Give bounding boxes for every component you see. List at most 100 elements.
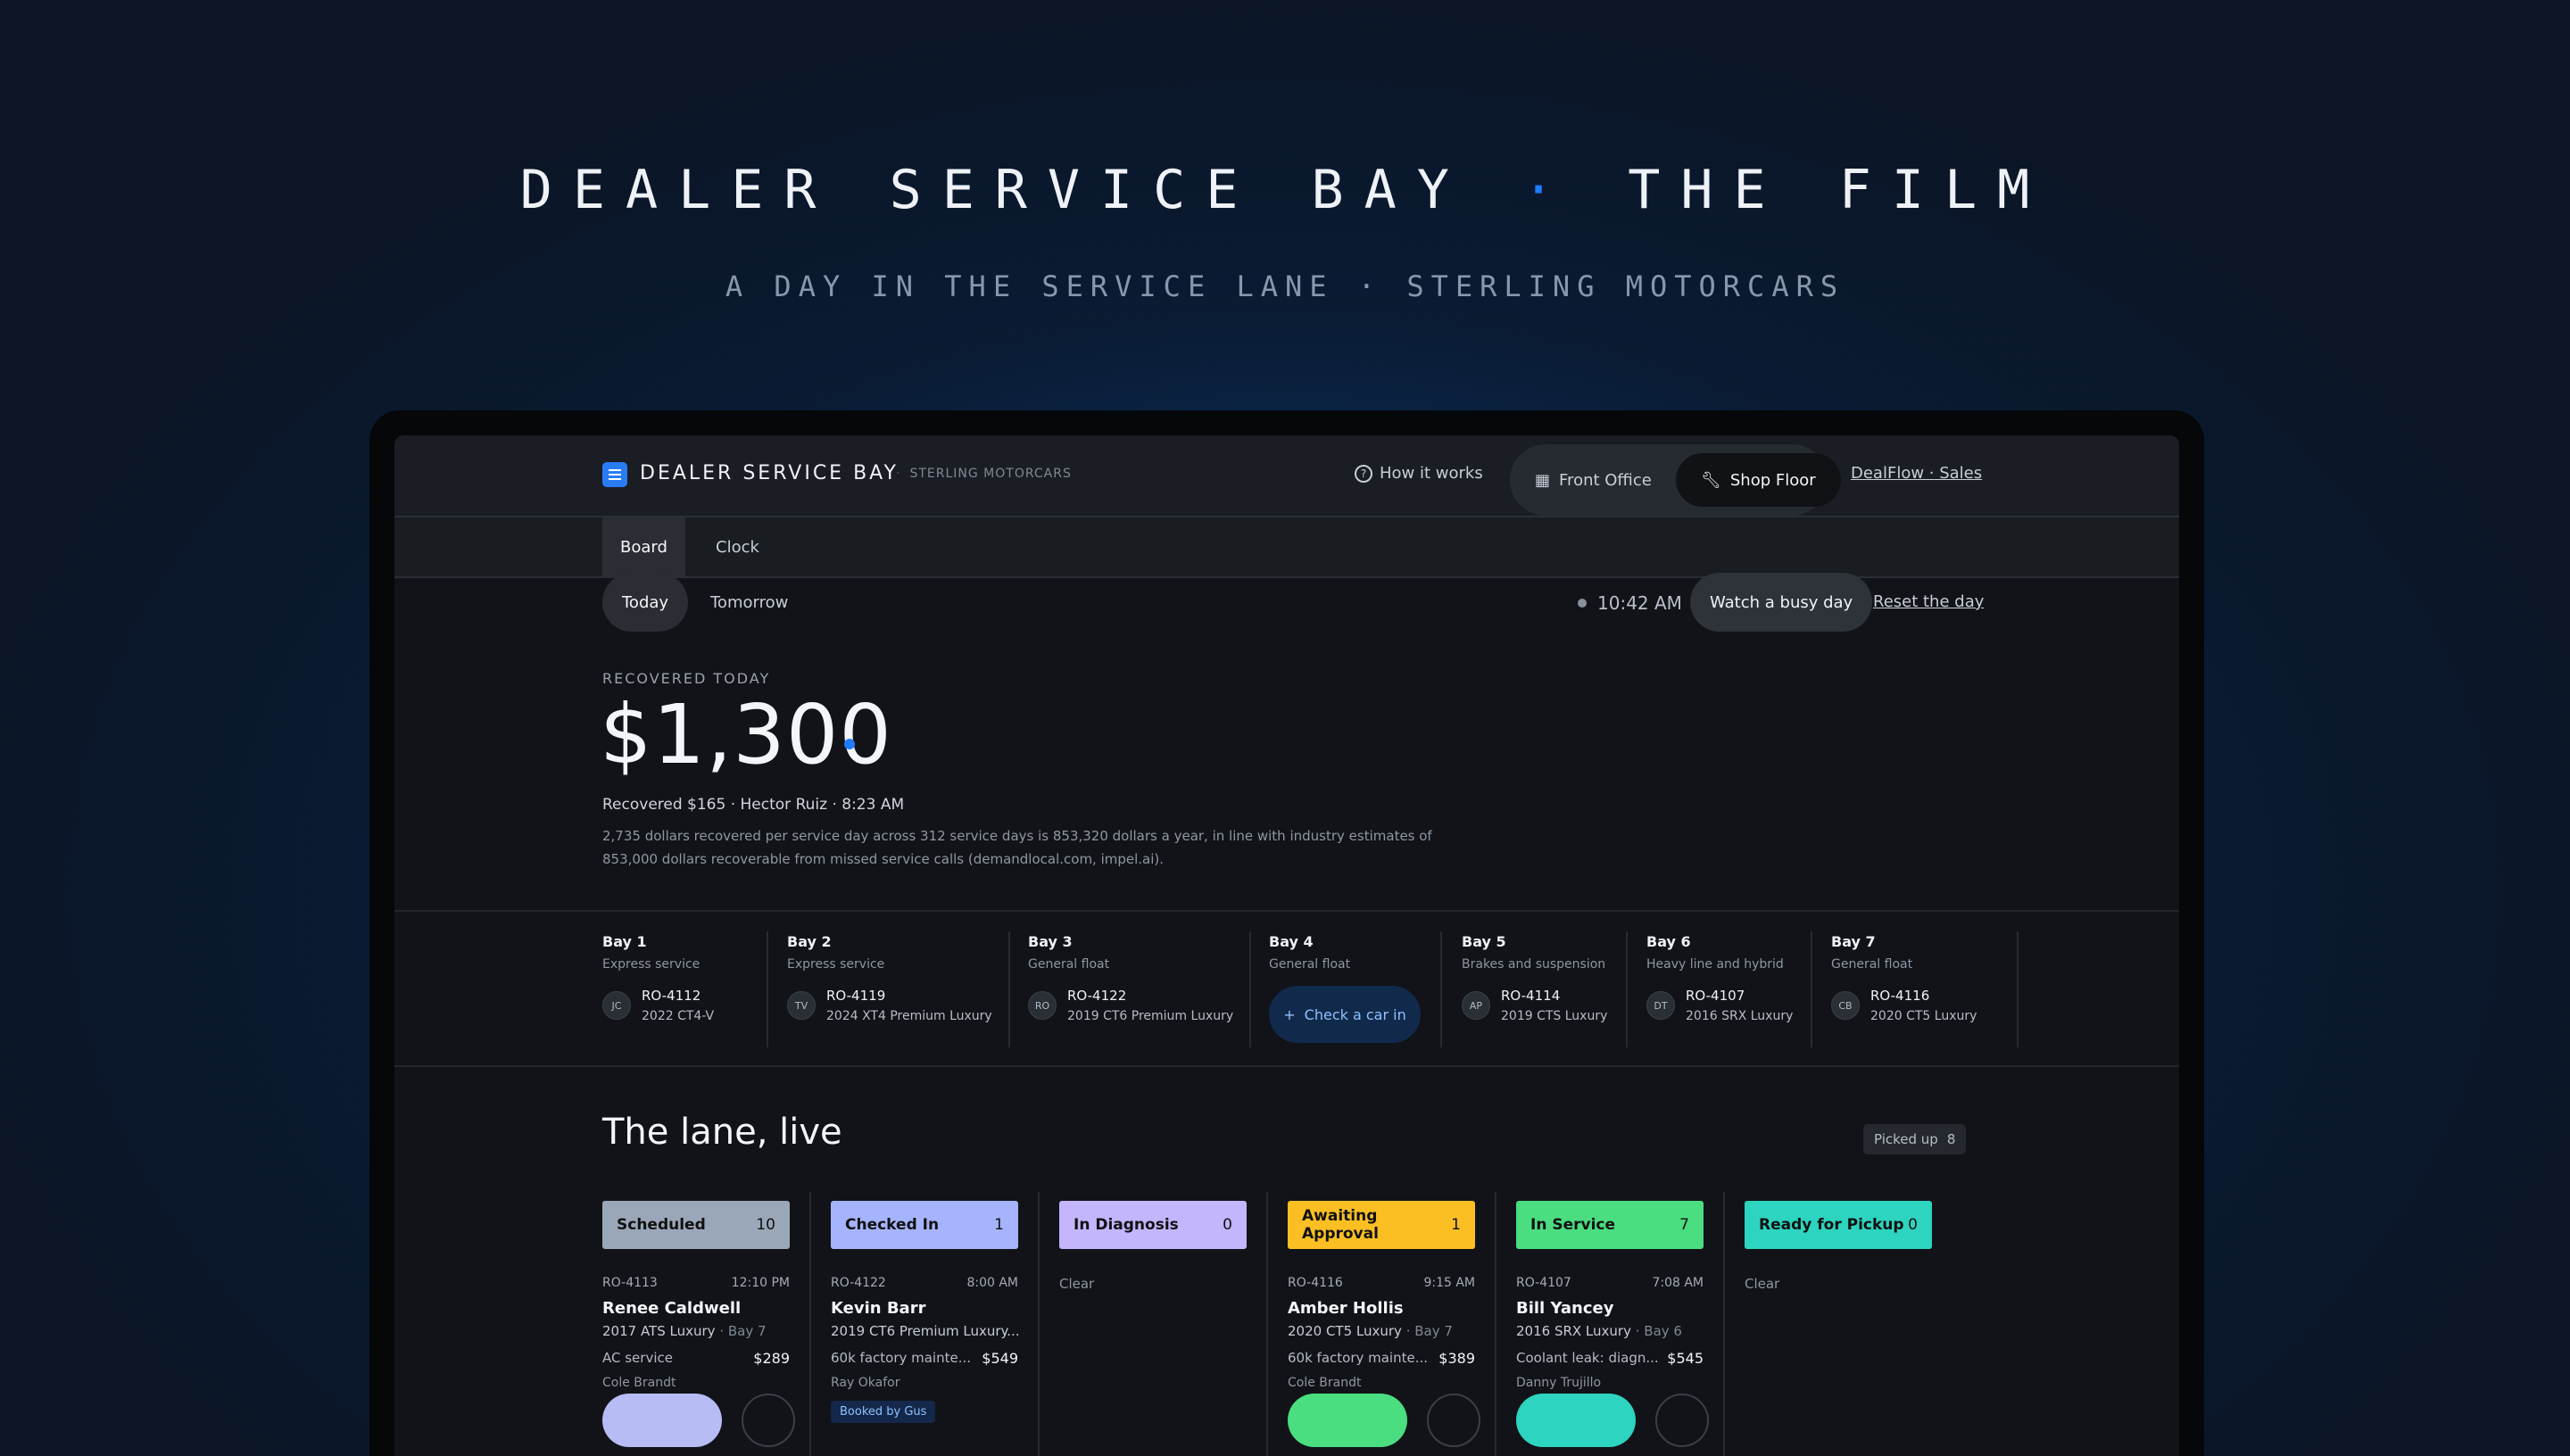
card-vehicle: 2017 ATS Luxury — [602, 1323, 716, 1339]
card-tech: Cole Brandt — [602, 1376, 676, 1390]
help-icon: ? — [1355, 464, 1372, 483]
card-bay: · Bay 7 — [719, 1323, 767, 1339]
bay-card[interactable]: Bay 3 General float RO RO-4122 2019 CT6 Pr… — [1028, 931, 1251, 1047]
bay-name: Bay 1 — [602, 933, 647, 950]
avatar: CB — [1831, 991, 1860, 1020]
card-price: $549 — [982, 1350, 1018, 1367]
day-today-button[interactable]: Today — [602, 573, 689, 632]
column-header[interactable]: Scheduled 10 — [602, 1201, 790, 1249]
dealflow-sales-link[interactable]: DealFlow · Sales — [1851, 464, 1982, 483]
day-tomorrow-button[interactable]: Tomorrow — [691, 573, 808, 632]
column-label: Checked In — [845, 1216, 940, 1234]
dealer-name: STERLING MOTORCARS — [896, 467, 1072, 481]
column-header[interactable]: In Diagnosis 0 — [1059, 1201, 1247, 1249]
watch-busy-day-button[interactable]: Watch a busy day — [1690, 573, 1873, 632]
check-car-in-button[interactable]: + Check a car in — [1269, 986, 1421, 1043]
avatar: TV — [787, 991, 816, 1020]
tab-board[interactable]: Board — [602, 517, 685, 576]
column-count: 1 — [1451, 1216, 1461, 1234]
column-header[interactable]: Ready for Pickup 0 — [1745, 1201, 1932, 1249]
tab-clock[interactable]: Clock — [698, 517, 777, 576]
picked-up-count: 8 — [1946, 1131, 1956, 1147]
bay-ro: RO-4112 — [642, 988, 701, 1004]
bay-car: 2019 CT6 Premium Luxury — [1067, 1009, 1234, 1023]
plus-icon: + — [1283, 1005, 1296, 1023]
bay-name: Bay 6 — [1646, 933, 1691, 950]
reset-day-link[interactable]: Reset the day — [1873, 592, 1984, 611]
clock-status-dot — [1578, 599, 1587, 608]
card-vehicle: 2020 CT5 Luxury — [1288, 1323, 1402, 1339]
shop-floor-button[interactable]: 🔧︎ Shop Floor — [1676, 453, 1841, 507]
last-recovery: Recovered $165 · Hector Ruiz · 8:23 AM — [602, 796, 905, 814]
lane-column-in-service: In Service 7 RO-4107 7:08 AM Bill Yancey 2… — [1496, 1192, 1725, 1456]
card-action-button[interactable] — [1516, 1394, 1636, 1447]
picked-up-badge[interactable]: Picked up 8 — [1863, 1124, 1967, 1154]
lane-column-checked-in: Checked In 1 RO-4122 8:00 AM Kevin Barr 20… — [811, 1192, 1040, 1456]
card-action-button[interactable] — [1288, 1394, 1407, 1447]
avatar: AP — [1462, 991, 1490, 1020]
bay-car: 2019 CTS Luxury — [1501, 1009, 1608, 1023]
bay-car: 2022 CT4-V — [642, 1009, 715, 1023]
clock-readout: 10:42 AM — [1578, 592, 1682, 614]
recovered-label: RECOVERED TODAY — [602, 670, 771, 687]
lane-column-in-diagnosis: In Diagnosis 0 Clear — [1040, 1192, 1268, 1456]
card-time: 9:15 AM — [1423, 1276, 1475, 1290]
card-more-button[interactable] — [1427, 1394, 1480, 1447]
bay-car: 2020 CT5 Luxury — [1870, 1009, 1977, 1023]
how-it-works-link[interactable]: ? How it works — [1355, 464, 1483, 483]
booked-by-badge: Booked by Gus — [831, 1401, 936, 1423]
card-tech: Danny Trujillo — [1516, 1376, 1602, 1390]
bay-name: Bay 4 — [1269, 933, 1314, 950]
bay-type: Express service — [787, 957, 885, 972]
bay-name: Bay 2 — [787, 933, 832, 950]
avatar: RO — [1028, 991, 1057, 1020]
column-count: 1 — [994, 1216, 1004, 1234]
bay-card[interactable]: Bay 2 Express service TV RO-4119 2024 XT4 … — [787, 931, 1010, 1047]
card-more-button[interactable] — [742, 1394, 795, 1447]
clock-time: 10:42 AM — [1597, 592, 1682, 614]
shop-floor-label: Shop Floor — [1729, 470, 1816, 490]
ro-card[interactable]: RO-4113 12:10 PM Renee Caldwell 2017 ATS … — [602, 1276, 790, 1390]
front-office-label: Front Office — [1559, 470, 1652, 490]
bay-car: 2016 SRX Luxury — [1686, 1009, 1794, 1023]
bay-ro: RO-4119 — [826, 988, 886, 1004]
column-header[interactable]: Checked In 1 — [831, 1201, 1018, 1249]
card-time: 12:10 PM — [731, 1276, 790, 1290]
card-price: $545 — [1667, 1350, 1704, 1367]
bay-card[interactable]: Bay 1 Express service JC RO-4112 2022 CT4-… — [602, 931, 768, 1047]
check-car-in-label: Check a car in — [1304, 1005, 1406, 1023]
bay-name: Bay 5 — [1462, 933, 1506, 950]
column-header[interactable]: In Service 7 — [1516, 1201, 1704, 1249]
avatar: JC — [602, 991, 631, 1020]
column-count: 0 — [1223, 1216, 1232, 1234]
column-count: 0 — [1908, 1216, 1918, 1234]
ro-card[interactable]: RO-4116 9:15 AM Amber Hollis 2020 CT5 Lux… — [1288, 1276, 1475, 1390]
lane-column-scheduled: Scheduled 10 RO-4113 12:10 PM Renee Caldwe… — [583, 1192, 811, 1456]
ro-card[interactable]: RO-4107 7:08 AM Bill Yancey 2016 SRX Luxu… — [1516, 1276, 1704, 1390]
card-tech: Cole Brandt — [1288, 1376, 1362, 1390]
bay-name: Bay 3 — [1028, 933, 1073, 950]
column-label: In Service — [1530, 1216, 1616, 1234]
column-label: In Diagnosis — [1074, 1216, 1179, 1234]
bay-type: General float — [1269, 957, 1351, 972]
ro-card[interactable]: RO-4122 8:00 AM Kevin Barr 2019 CT6 Premi… — [831, 1276, 1018, 1423]
front-office-button[interactable]: ▦ Front Office — [1510, 453, 1677, 507]
card-price: $389 — [1438, 1350, 1475, 1367]
card-customer: Bill Yancey — [1516, 1299, 1614, 1318]
column-count: 7 — [1679, 1216, 1689, 1234]
card-customer: Kevin Barr — [831, 1299, 926, 1318]
card-customer: Renee Caldwell — [602, 1299, 742, 1318]
card-action-button[interactable] — [602, 1394, 722, 1447]
card-tech: Ray Okafor — [831, 1376, 900, 1390]
hero-subtitle: A DAY IN THE SERVICE LANE · STERLING MOT… — [725, 269, 1845, 303]
app-screen: DEALER SERVICE BAY STERLING MOTORCARS ? H… — [394, 435, 2179, 1456]
card-more-button[interactable] — [1655, 1394, 1709, 1447]
card-service: AC service — [602, 1350, 673, 1366]
bay-card[interactable]: Bay 7 General float CB RO-4116 2020 CT5 Lu… — [1831, 931, 2019, 1047]
bay-card[interactable]: Bay 5 Brakes and suspension AP RO-4114 201… — [1462, 931, 1628, 1047]
column-header[interactable]: Awaiting Approval 1 — [1288, 1201, 1475, 1249]
bay-type: Heavy line and hybrid — [1646, 957, 1784, 972]
bay-card[interactable]: Bay 6 Heavy line and hybrid DT RO-4107 201… — [1646, 931, 1812, 1047]
column-empty-state: Clear — [1059, 1276, 1095, 1292]
how-it-works-label: How it works — [1380, 464, 1483, 483]
